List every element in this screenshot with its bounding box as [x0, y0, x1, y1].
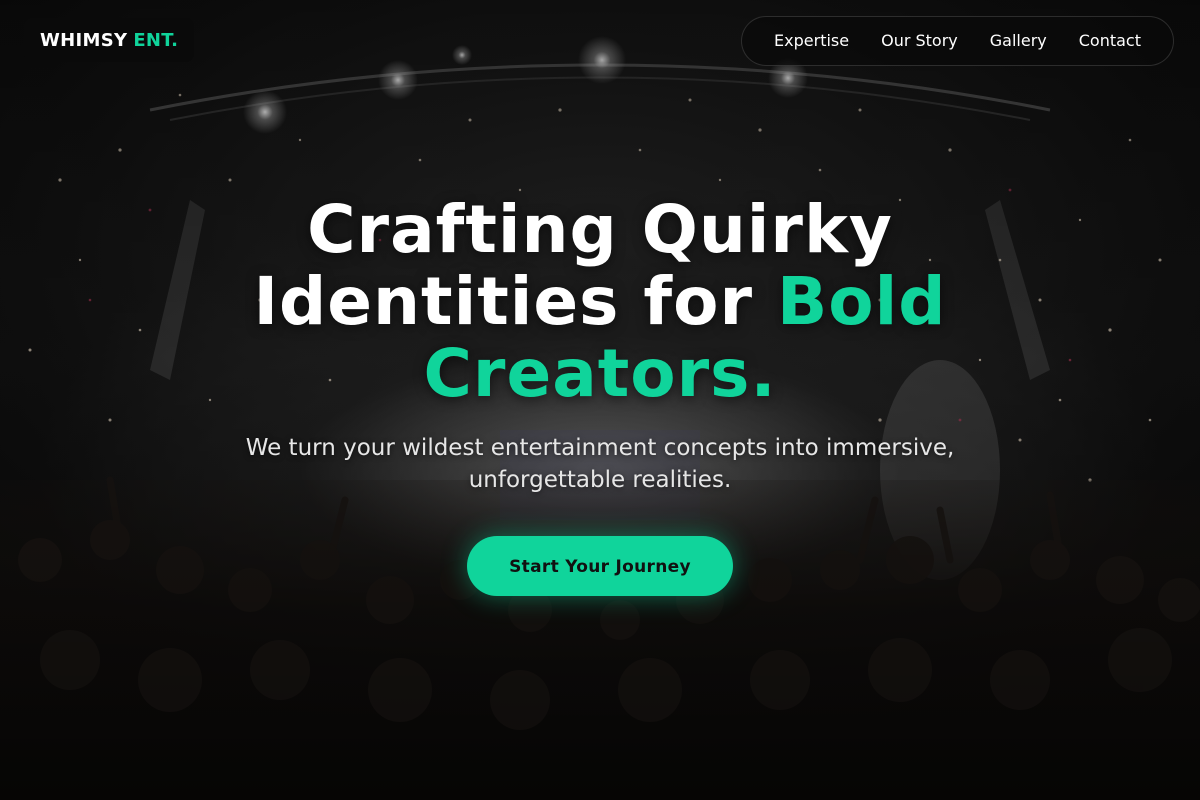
- subtitle-line-1: We turn your wildest entertainment conce…: [245, 435, 955, 461]
- brand-name: WHIMSY: [40, 29, 128, 51]
- brand-logo[interactable]: WHIMSY ENT.: [24, 18, 195, 62]
- headline-highlight-bold: Bold: [777, 263, 947, 340]
- main-nav: Expertise Our Story Gallery Contact: [741, 16, 1174, 66]
- headline-highlight-creators: Creators.: [423, 335, 777, 412]
- headline-plain-text: Identities for: [253, 263, 777, 340]
- hero-subtitle: We turn your wildest entertainment conce…: [220, 432, 980, 496]
- headline-line-1: Crafting Quirky: [307, 191, 893, 268]
- headline-line-2: Identities for Bold: [150, 266, 1050, 338]
- nav-item-expertise[interactable]: Expertise: [758, 17, 865, 65]
- brand-accent: ENT.: [133, 29, 179, 51]
- hero-headline: Crafting Quirky Identities for Bold Crea…: [150, 194, 1050, 410]
- hero-section: Crafting Quirky Identities for Bold Crea…: [0, 194, 1200, 596]
- nav-item-contact[interactable]: Contact: [1063, 17, 1157, 65]
- nav-item-gallery[interactable]: Gallery: [974, 17, 1063, 65]
- subtitle-line-2: unforgettable realities.: [468, 467, 732, 493]
- nav-item-our-story[interactable]: Our Story: [865, 17, 974, 65]
- start-journey-button[interactable]: Start Your Journey: [467, 536, 733, 596]
